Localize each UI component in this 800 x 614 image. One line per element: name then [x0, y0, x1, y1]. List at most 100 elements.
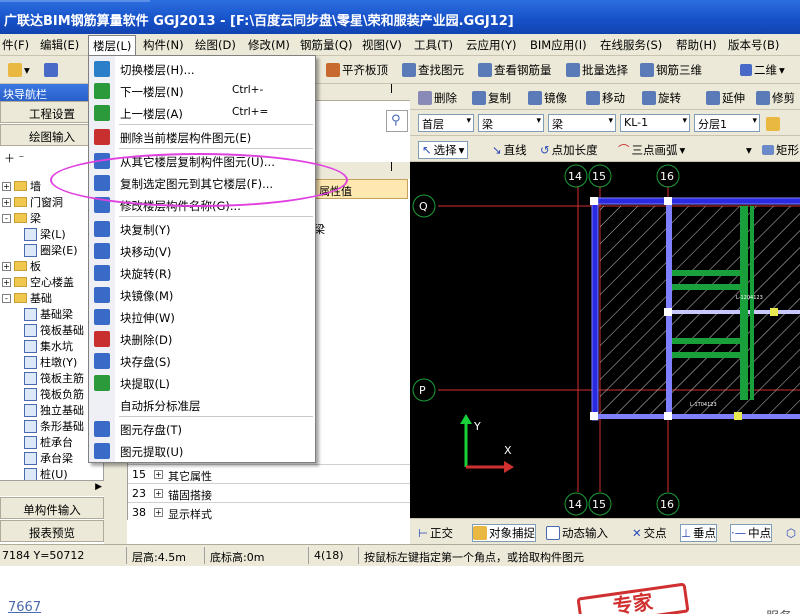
floor-menu-item[interactable]: 删除当前楼层构件图元(E): [90, 126, 315, 147]
floor-menu-item[interactable]: 块复制(Y): [90, 218, 315, 239]
rotate-button[interactable]: 旋转: [642, 89, 681, 107]
move-button[interactable]: 移动: [586, 89, 625, 107]
type-select[interactable]: 梁 ▾: [548, 114, 616, 132]
component-name-select[interactable]: KL-1 ▾: [620, 114, 690, 132]
expand-icon[interactable]: +: [154, 489, 163, 498]
tree-item[interactable]: 筏板主筋: [24, 370, 84, 386]
delete-button[interactable]: 删除: [418, 89, 457, 107]
menu-online[interactable]: 在线服务(S): [600, 37, 662, 53]
trim-button[interactable]: 修剪: [756, 89, 795, 107]
node[interactable]: [734, 412, 742, 420]
menu-floor[interactable]: 楼层(L): [88, 35, 137, 56]
node[interactable]: [664, 197, 672, 205]
floor-menu-item[interactable]: 块旋转(R): [90, 262, 315, 283]
beam-left[interactable]: [591, 197, 599, 421]
tree-item[interactable]: 梁(L): [24, 226, 66, 242]
beam-horizontal[interactable]: [672, 310, 800, 314]
menu-edit[interactable]: 编辑(E): [40, 37, 79, 53]
dynamic-input-button[interactable]: 动态输入: [546, 524, 608, 542]
tree-item[interactable]: + 门窗洞: [2, 194, 63, 210]
tree-item[interactable]: - 基础: [2, 290, 52, 306]
tree-hscroll[interactable]: ▶: [0, 480, 104, 496]
floor-menu-item[interactable]: 块移动(V): [90, 240, 315, 261]
rebar-horizontal-4[interactable]: [672, 352, 740, 358]
floor-menu-item[interactable]: 块存盘(S): [90, 350, 315, 371]
floor-menu-item[interactable]: 切换楼层(H)...: [90, 58, 315, 79]
more-snap-button[interactable]: ⬡: [786, 524, 796, 542]
tree-item[interactable]: 基础梁: [24, 306, 73, 322]
perpendicular-button[interactable]: ⊥ 垂点: [680, 524, 718, 542]
floor-select[interactable]: 首层 ▾: [418, 114, 474, 132]
attr-row[interactable]: 15 + 其它属性: [128, 464, 410, 483]
menu-version[interactable]: 版本号(B): [728, 37, 779, 53]
copy-button[interactable]: 复制: [472, 89, 511, 107]
attr-row[interactable]: 38 + 显示样式: [128, 502, 410, 521]
menu-view[interactable]: 视图(V): [362, 37, 402, 53]
slab-left[interactable]: [600, 206, 668, 416]
beam-top[interactable]: [591, 197, 800, 205]
tree-item[interactable]: 筏板负筋: [24, 386, 84, 402]
floor-menu-item[interactable]: 上一楼层(A) Ctrl+=: [90, 102, 315, 123]
flat-roof-button[interactable]: 平齐板顶: [326, 61, 388, 79]
floor-menu-item[interactable]: 块镜像(M): [90, 284, 315, 305]
rebar-3d-button[interactable]: 钢筋三维: [640, 61, 702, 79]
tree-item[interactable]: 集水坑: [24, 338, 73, 354]
tree-item[interactable]: -梁: [2, 210, 41, 226]
extend-button[interactable]: 延伸: [706, 89, 745, 107]
rebar-horizontal-3[interactable]: [672, 338, 740, 344]
node[interactable]: [590, 412, 598, 420]
menu-draw[interactable]: 绘图(D): [195, 37, 236, 53]
tree-item[interactable]: 筏板基础: [24, 322, 84, 338]
find-element-button[interactable]: 查找图元: [402, 61, 464, 79]
rect-button[interactable]: 矩形: [762, 141, 799, 159]
menu-file[interactable]: 件(F): [2, 37, 29, 53]
collapse-icon[interactable]: -: [2, 213, 11, 223]
menu-tools[interactable]: 工具(T): [414, 37, 453, 53]
rebar-horizontal-1[interactable]: [672, 270, 740, 276]
rebar-vertical-2[interactable]: [750, 206, 754, 400]
tree-item[interactable]: 独立基础: [24, 402, 84, 418]
beam-bottom[interactable]: [592, 414, 800, 419]
attr-pin-icon[interactable]: ꟾ: [390, 163, 393, 174]
mirror-button[interactable]: 镜像: [528, 89, 567, 107]
category-select[interactable]: 梁 ▾: [478, 114, 544, 132]
floor-menu-item[interactable]: 从其它楼层复制构件图元(U)...: [90, 150, 315, 171]
expand-icon[interactable]: +: [154, 470, 163, 479]
expand-icon[interactable]: +: [2, 197, 11, 207]
expand-icon[interactable]: +: [2, 261, 11, 271]
expand-icon[interactable]: +: [2, 181, 11, 191]
menu-modify[interactable]: 修改(M): [248, 37, 290, 53]
property-button[interactable]: [766, 115, 780, 133]
ortho-button[interactable]: ⊢ 正交: [418, 524, 453, 542]
view-rebar-button[interactable]: 查看钢筋量: [478, 61, 552, 79]
layer-select[interactable]: 分层1 ▾: [694, 114, 760, 132]
point-length-button[interactable]: ↺ 点加长度: [540, 141, 598, 159]
intersection-button[interactable]: ✕ 交点: [632, 524, 667, 542]
floor-menu-item[interactable]: 修改楼层构件名称(G)...: [90, 194, 315, 215]
tree-item[interactable]: 圈梁(E): [24, 242, 78, 258]
floor-menu-item[interactable]: 复制选定图元到其它楼层(F)...: [90, 172, 315, 193]
tree-item[interactable]: + 墙: [2, 178, 41, 194]
floor-menu-item[interactable]: 自动拆分标准层: [90, 394, 315, 415]
floor-menu-item[interactable]: 块拉伸(W): [90, 306, 315, 327]
menu-rebar[interactable]: 钢筋量(Q): [300, 37, 353, 53]
arc-button[interactable]: ⌒ 三点画弧 ▾: [618, 141, 685, 159]
tree-item[interactable]: + 空心楼盖: [2, 274, 74, 290]
report-preview-button[interactable]: 报表预览: [0, 520, 104, 542]
batch-select-button[interactable]: 批量选择: [566, 61, 628, 79]
node[interactable]: [664, 412, 672, 420]
pin-icon[interactable]: ꟾ: [390, 85, 393, 96]
node[interactable]: [770, 308, 778, 316]
search-button[interactable]: ⚲: [386, 110, 408, 132]
menu-cloud[interactable]: 云应用(Y): [466, 37, 517, 53]
tree-item[interactable]: 承台梁: [24, 450, 73, 466]
save-button[interactable]: [44, 61, 58, 79]
scroll-right-icon[interactable]: ▶: [95, 482, 102, 492]
expand-icon[interactable]: +: [154, 508, 163, 517]
tree-item[interactable]: 条形基础: [24, 418, 84, 434]
tree-item[interactable]: 桩承台: [24, 434, 73, 450]
open-button[interactable]: ▾: [8, 61, 30, 79]
floor-menu-item[interactable]: 块提取(L): [90, 372, 315, 393]
floor-menu-item[interactable]: 图元提取(U): [90, 440, 315, 461]
rebar-horizontal-2[interactable]: [672, 284, 740, 290]
